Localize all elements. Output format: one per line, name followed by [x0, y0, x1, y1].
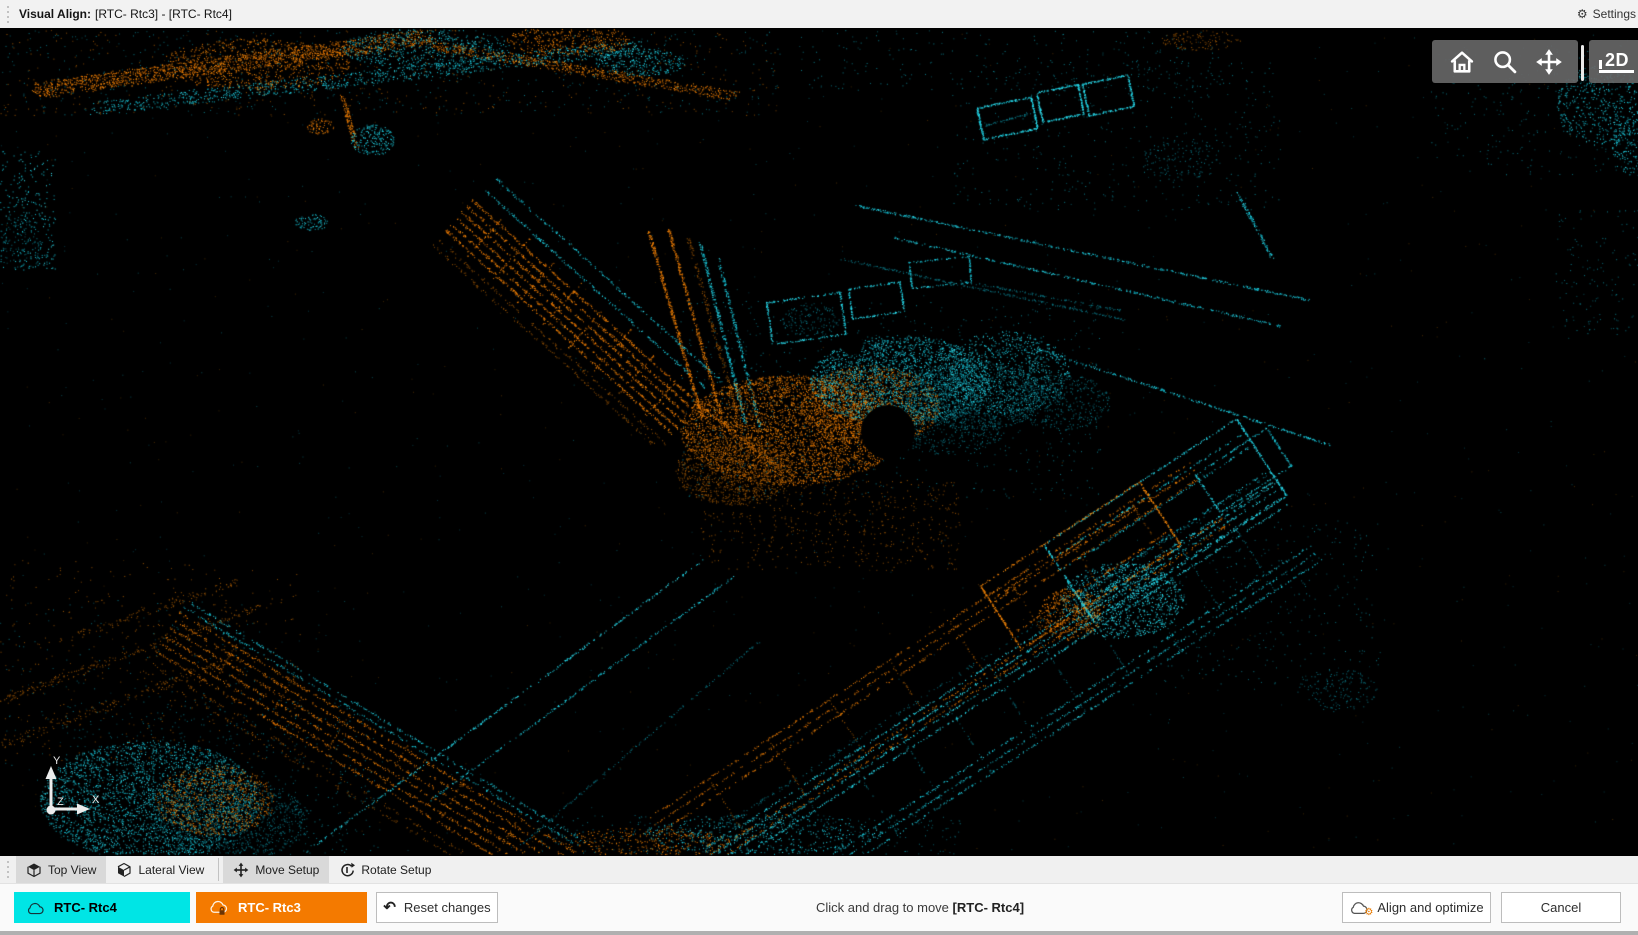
cloud-icon — [26, 901, 45, 915]
tab-label: Lateral View — [138, 863, 204, 877]
axis-y-label: Y — [53, 755, 61, 767]
tab-lateral-view[interactable]: Lateral View — [106, 856, 214, 883]
page-title-label: Visual Align: — [19, 7, 91, 21]
point-cloud-viewport[interactable]: 2D Y Z X — [0, 28, 1638, 856]
viewport-toolbar — [1432, 40, 1578, 83]
cloud-optimize-icon: ⚙ — [1349, 900, 1369, 915]
scan-button-rtc3[interactable]: RTC- Rtc3 — [196, 892, 367, 923]
cube-top-icon — [26, 862, 42, 878]
header-bar: Visual Align: [RTC- Rtc3] - [RTC- Rtc4] ⚙… — [0, 0, 1638, 28]
tab-label: Move Setup — [255, 863, 319, 877]
axis-z-label: Z — [57, 796, 64, 808]
cube-side-icon — [116, 862, 132, 878]
reset-changes-button[interactable]: ↶ Reset changes — [376, 892, 498, 923]
move-icon — [233, 862, 249, 878]
pan-icon[interactable] — [1535, 48, 1563, 76]
tab-top-view[interactable]: Top View — [16, 856, 106, 883]
drag-hint-target: [RTC- Rtc4] — [953, 900, 1025, 915]
axis-origin-icon — [47, 806, 56, 815]
home-icon[interactable] — [1448, 48, 1476, 76]
axis-orientation-widget: Y Z X — [36, 752, 108, 820]
cancel-label: Cancel — [1541, 900, 1581, 915]
page-title-value: [RTC- Rtc3] - [RTC- Rtc4] — [95, 7, 232, 21]
scan-label: RTC- Rtc3 — [238, 900, 301, 915]
tab-move-setup[interactable]: Move Setup — [223, 856, 329, 883]
window-bottom-edge — [0, 931, 1638, 935]
align-label: Align and optimize — [1377, 900, 1483, 915]
align-and-optimize-button[interactable]: ⚙ Align and optimize — [1342, 892, 1491, 923]
drag-hint-text: Click and drag to move [RTC- Rtc4] — [498, 900, 1342, 915]
toolbar-separator — [1581, 45, 1584, 81]
page-title: Visual Align: [RTC- Rtc3] - [RTC- Rtc4] — [19, 7, 232, 21]
drag-handle-icon[interactable] — [6, 6, 10, 23]
gear-icon: ⚙ — [1577, 8, 1588, 20]
rotate-icon — [339, 862, 355, 878]
view-tab-bar: Top View Lateral View Move Setup — [0, 856, 1638, 884]
2d-axis-tick-icon — [1599, 60, 1602, 69]
visual-align-window: Visual Align: [RTC- Rtc3] - [RTC- Rtc4] ⚙… — [0, 0, 1638, 935]
tabbar-drag-handle-icon[interactable] — [6, 861, 10, 878]
gear-mini-icon: ⚙ — [1364, 908, 1373, 918]
undo-icon: ↶ — [383, 900, 396, 915]
axis-x-label: X — [92, 794, 100, 806]
point-cloud-canvas[interactable] — [0, 28, 1638, 856]
tab-separator — [218, 858, 219, 881]
tab-label: Top View — [48, 863, 96, 877]
zoom-icon[interactable] — [1491, 48, 1519, 76]
tab-label: Rotate Setup — [361, 863, 431, 877]
settings-label: Settings — [1593, 7, 1636, 21]
axis-x-arrow-icon — [77, 804, 90, 815]
settings-button[interactable]: ⚙ Settings — [1577, 7, 1638, 21]
scan-label: RTC- Rtc4 — [54, 900, 117, 915]
2d-mode-label: 2D — [1605, 51, 1629, 69]
tab-rotate-setup[interactable]: Rotate Setup — [329, 856, 441, 883]
cloud-lock-icon — [208, 900, 229, 916]
axis-y-arrow-icon — [46, 766, 57, 779]
reset-label: Reset changes — [404, 900, 491, 915]
scan-button-rtc4[interactable]: RTC- Rtc4 — [14, 892, 190, 923]
cancel-button[interactable]: Cancel — [1501, 892, 1621, 923]
action-bar: RTC- Rtc4 RTC- Rtc3 ↶ Reset changes Clic… — [0, 884, 1638, 931]
2d-mode-button[interactable]: 2D — [1589, 40, 1638, 83]
